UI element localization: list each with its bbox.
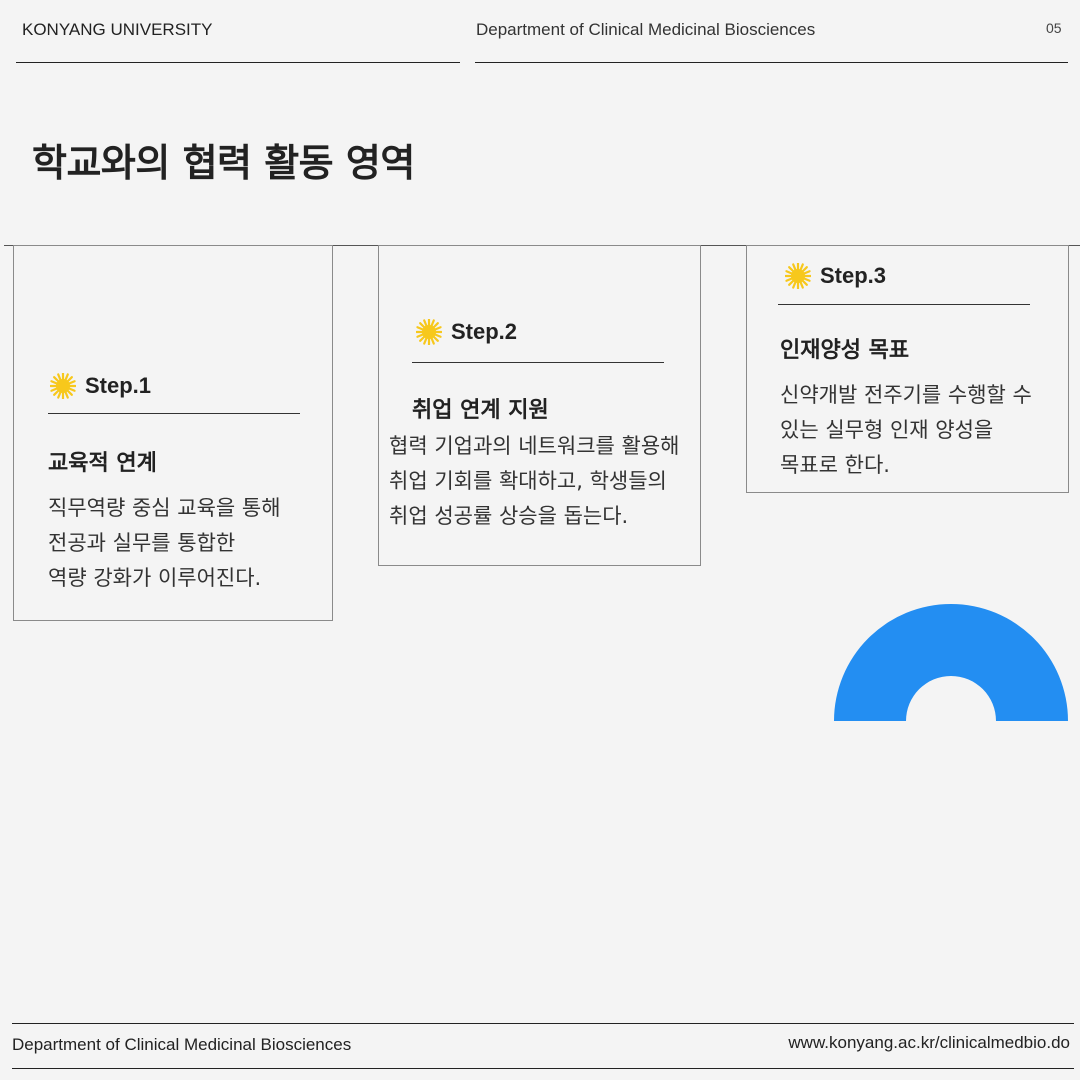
step-3-line-1: 신약개발 전주기를 수행할 수: [780, 383, 1032, 407]
page-title: 학교와의 협력 활동 영역: [32, 141, 415, 185]
header-rule-left: [16, 62, 460, 63]
page-number: 05: [1046, 20, 1062, 36]
footer-department-name: Department of Clinical Medicinal Bioscie…: [12, 1035, 352, 1054]
step-1-line-2: 전공과 실무를 통합한: [48, 531, 236, 555]
half-ring-shape: [834, 604, 1068, 721]
header-university-name: KONYANG UNIVERSITY: [22, 20, 213, 39]
step-3-heading: 인재양성 목표: [780, 338, 910, 363]
step-3-description: 신약개발 전주기를 수행할 수 있는 실무형 인재 양성을 목표로 한다.: [780, 378, 1032, 483]
step-2-label: Step.2: [451, 319, 518, 344]
step-3-line-2: 있는 실무형 인재 양성을: [780, 418, 994, 442]
step-2-line-2: 취업 기회를 확대하고, 학생들의: [389, 469, 667, 493]
step-3-rule: [778, 304, 1030, 305]
step-1-heading: 교육적 연계: [48, 451, 157, 476]
step-3-label: Step.3: [820, 263, 887, 288]
step-1-line-3: 역량 강화가 이루어진다.: [48, 566, 262, 590]
step-3-label-row: Step.3: [785, 263, 886, 289]
step-1-line-1: 직무역량 중심 교육을 통해: [48, 496, 281, 520]
step-1-description: 직무역량 중심 교육을 통해 전공과 실무를 통합한 역량 강화가 이루어진다.: [48, 491, 281, 596]
step-2-line-3: 취업 성공률 상승을 돕는다.: [389, 504, 629, 528]
step-1-label: Step.1: [85, 373, 152, 398]
header-rule-right: [475, 62, 1068, 63]
step-1-rule: [48, 413, 300, 414]
step-2-description: 협력 기업과의 네트워크를 활용해 취업 기회를 확대하고, 학생들의 취업 성…: [389, 429, 680, 534]
step-2-label-row: Step.2: [416, 319, 517, 345]
step-3-line-3: 목표로 한다.: [780, 453, 890, 477]
sun-icon: [416, 319, 442, 345]
step-2-rule: [412, 362, 664, 363]
step-2-heading: 취업 연계 지원: [412, 398, 549, 423]
sun-icon: [785, 263, 811, 289]
footer-bottom-rule: [12, 1068, 1074, 1069]
step-1-label-row: Step.1: [50, 373, 151, 399]
footer-website-url: www.konyang.ac.kr/clinicalmedbio.do: [788, 1033, 1070, 1052]
header-department-name: Department of Clinical Medicinal Bioscie…: [476, 20, 816, 39]
step-2-line-1: 협력 기업과의 네트워크를 활용해: [389, 434, 680, 458]
sun-icon: [50, 373, 76, 399]
footer-top-rule: [12, 1023, 1074, 1024]
half-ring-graphic: [834, 604, 1068, 721]
